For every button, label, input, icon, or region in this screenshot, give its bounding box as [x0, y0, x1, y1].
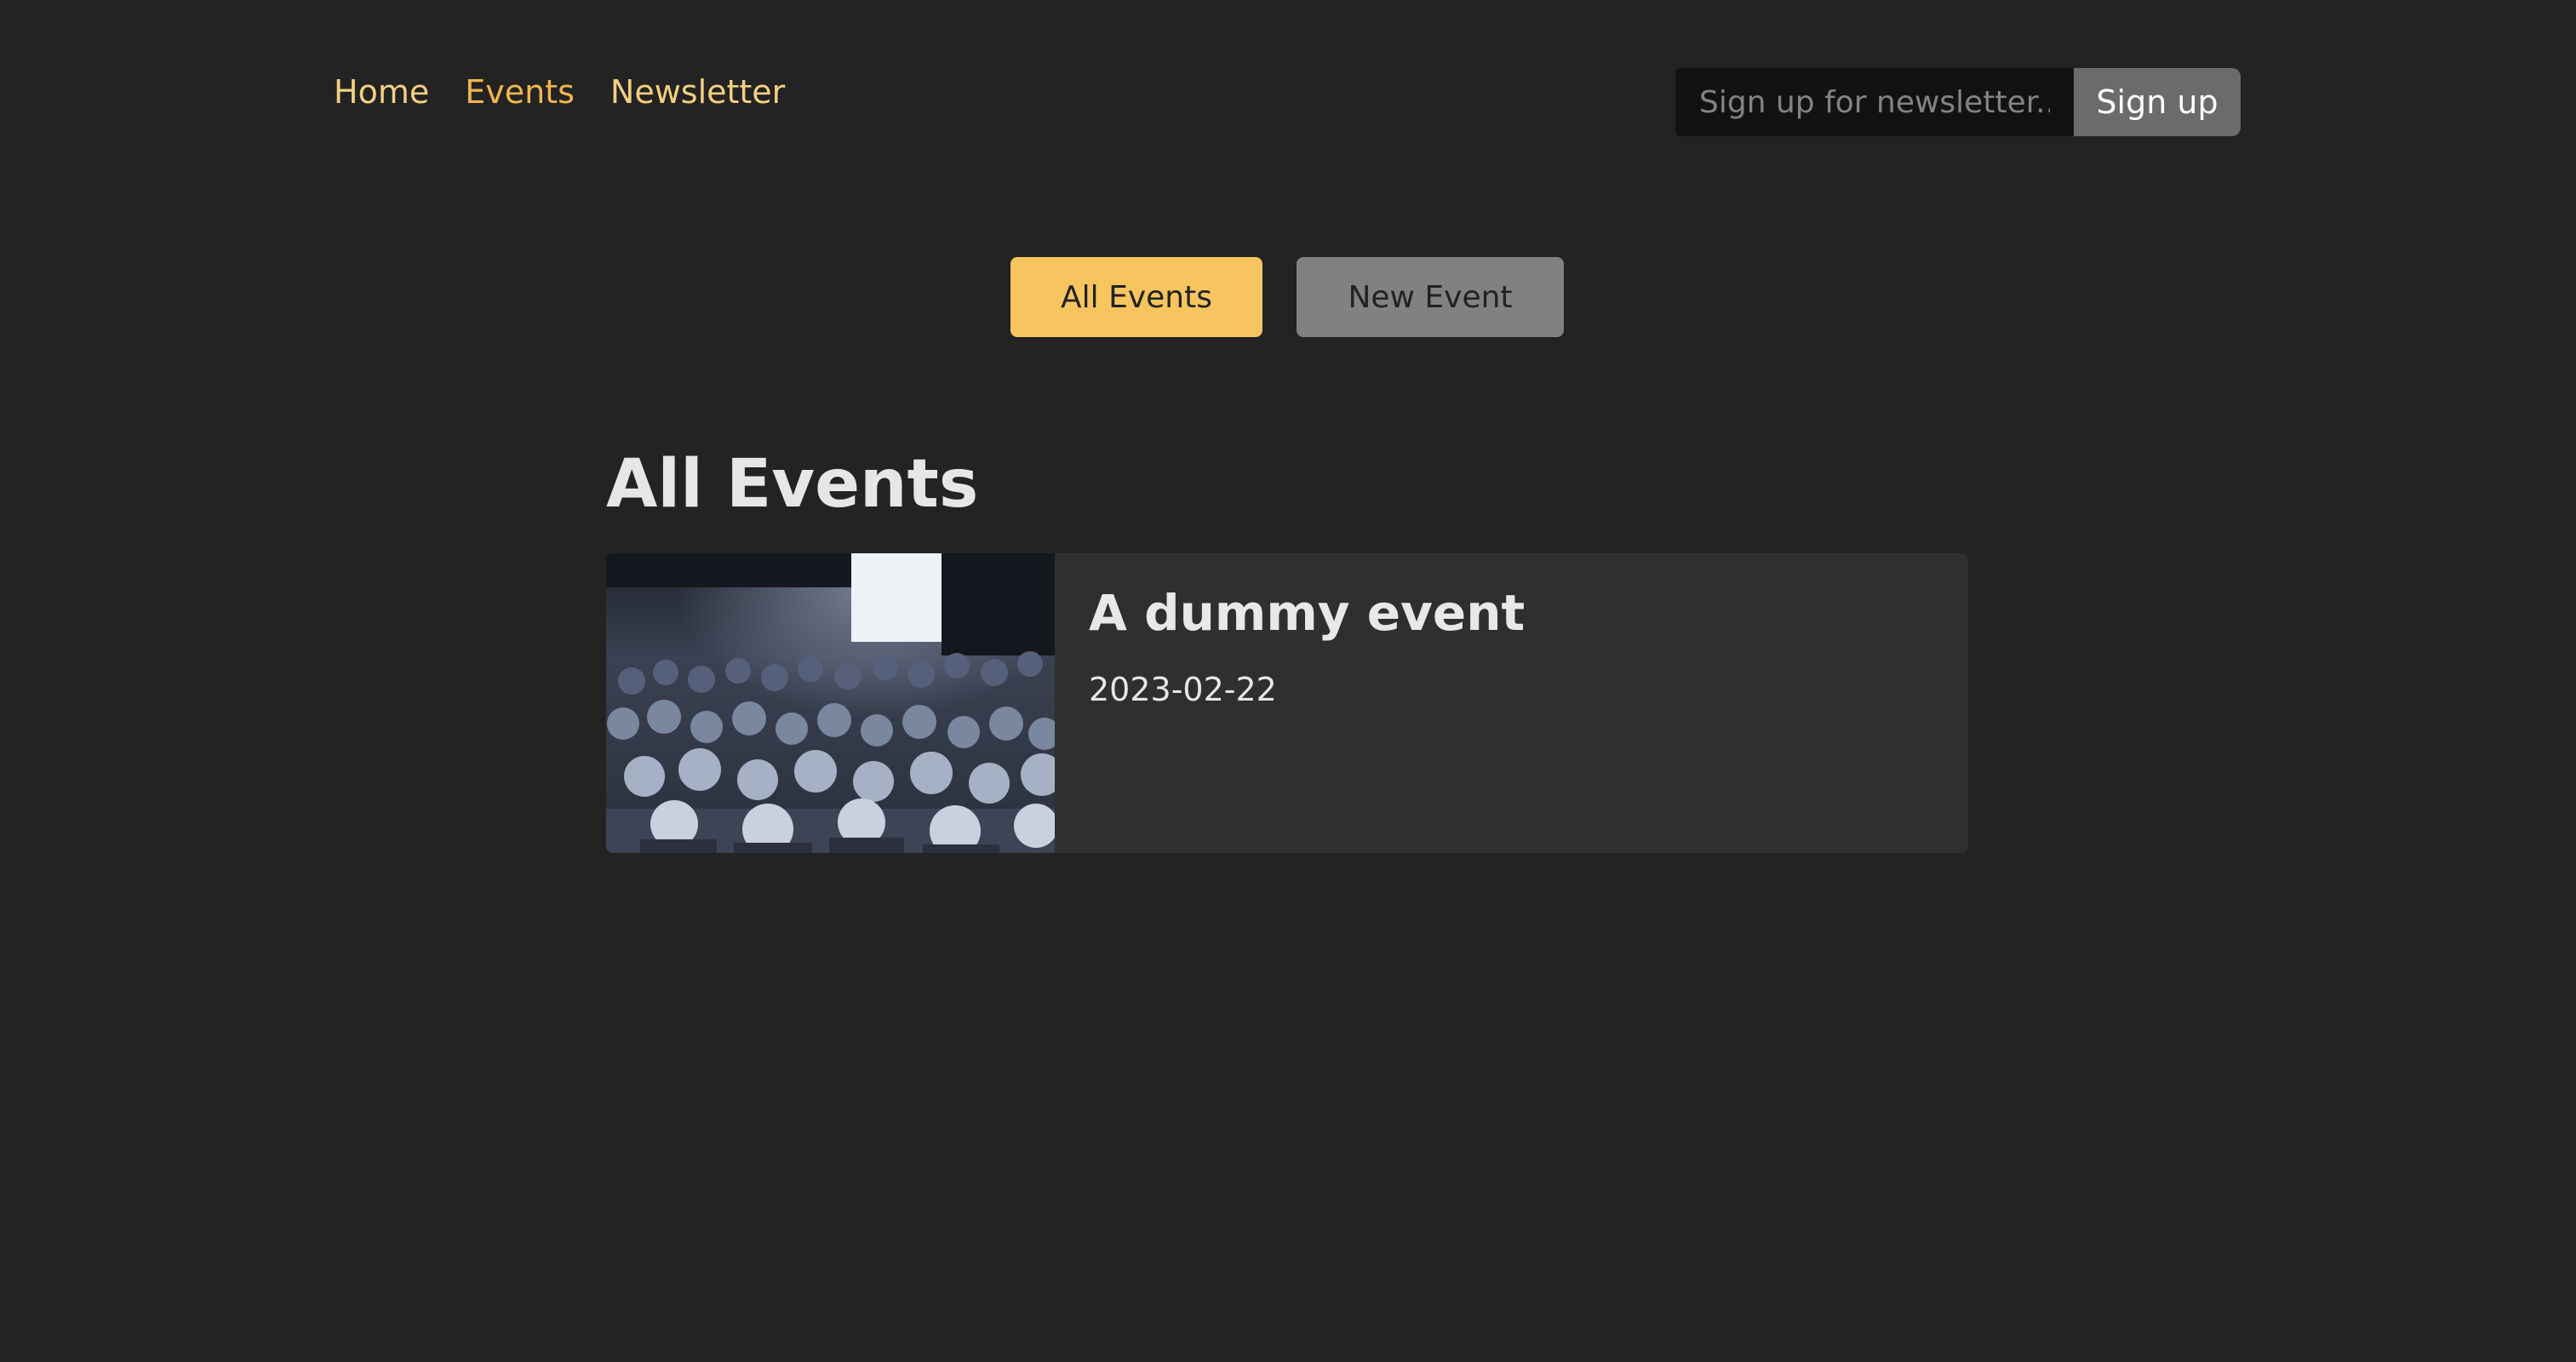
events-list: A dummy event 2023-02-22	[606, 553, 1968, 853]
nav-link-newsletter[interactable]: Newsletter	[610, 70, 785, 114]
section-title: All Events	[606, 446, 979, 523]
newsletter-signup-form: Sign up	[1675, 68, 2241, 136]
events-navigation: All Events New Event	[1010, 257, 1564, 337]
event-details: A dummy event 2023-02-22	[1055, 553, 1559, 853]
all-events-section: All Events A dummy event 2023-02-22	[606, 438, 1968, 853]
event-item[interactable]: A dummy event 2023-02-22	[606, 553, 1968, 853]
event-image	[606, 553, 1055, 853]
main-navigation: Home Events Newsletter	[334, 70, 785, 114]
nav-link-home[interactable]: Home	[334, 70, 429, 114]
nav-link-events[interactable]: Events	[465, 70, 575, 114]
new-event-button[interactable]: New Event	[1297, 257, 1564, 337]
event-date: 2023-02-22	[1089, 671, 1277, 708]
event-title: A dummy event	[1089, 584, 1526, 642]
newsletter-signup-button[interactable]: Sign up	[2074, 68, 2241, 136]
all-events-button[interactable]: All Events	[1010, 257, 1262, 337]
newsletter-email-input[interactable]	[1675, 68, 2074, 136]
page: Home Events Newsletter Sign up All Event…	[0, 0, 2576, 1362]
